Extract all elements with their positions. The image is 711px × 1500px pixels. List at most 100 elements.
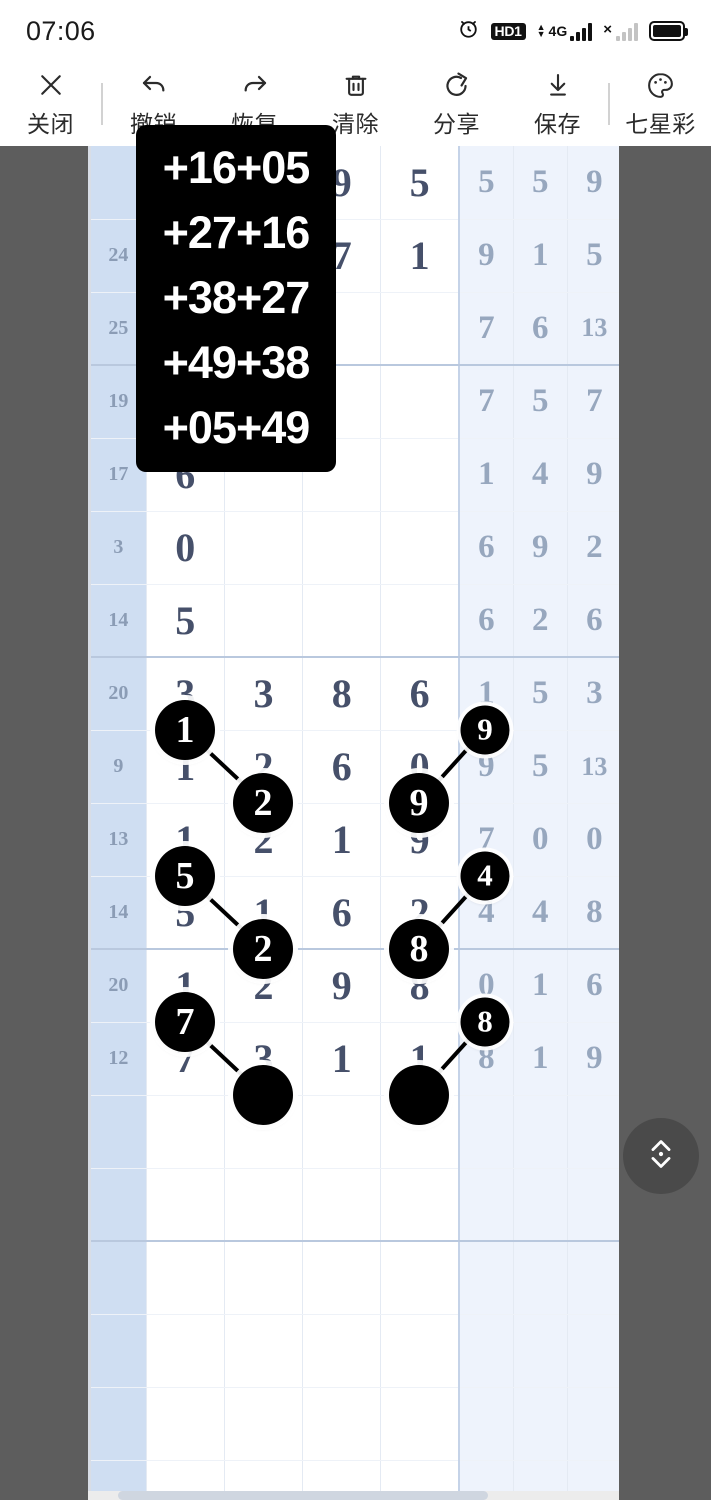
grid-cell-main[interactable]: 6 (302, 730, 382, 804)
horizontal-scrollbar[interactable] (88, 1491, 619, 1500)
grid-cell-sub[interactable] (513, 1314, 568, 1388)
grid-cell-main[interactable]: 6 (302, 876, 382, 950)
grid-cell-main[interactable]: 9 (302, 949, 382, 1023)
selected-number-marker[interactable]: 4 (460, 851, 510, 900)
grid-cell-main[interactable] (380, 365, 460, 439)
grid-cell-sub[interactable]: 9 (567, 1022, 619, 1096)
table-row[interactable] (91, 1241, 619, 1315)
grid-cell-sub[interactable]: 5 (513, 146, 568, 220)
grid-cell-main[interactable]: 8 (302, 657, 382, 731)
grid-cell-main[interactable] (146, 1387, 225, 1461)
grid-cell-main[interactable] (224, 1314, 304, 1388)
grid-cell-sub[interactable]: 4 (513, 876, 568, 950)
grid-cell-sub[interactable] (567, 1168, 619, 1242)
grid-cell-sub[interactable]: 1 (513, 219, 568, 293)
grid-cell-main[interactable] (146, 1095, 225, 1169)
table-row[interactable] (91, 1387, 619, 1461)
selected-number-marker[interactable]: 9 (460, 705, 510, 754)
grid-cell-sub[interactable]: 9 (567, 146, 619, 220)
grid-cell-main[interactable] (380, 1387, 460, 1461)
grid-cell-sub[interactable] (513, 1387, 568, 1461)
grid-cell-sub[interactable]: 2 (513, 584, 568, 658)
grid-cell-main[interactable] (224, 1168, 304, 1242)
grid-cell-sub[interactable]: 6 (458, 584, 514, 658)
grid-cell-sub[interactable] (513, 1241, 568, 1315)
grid-cell-main[interactable]: 5 (380, 146, 460, 220)
selected-number-marker[interactable] (389, 1064, 449, 1125)
grid-cell-main[interactable] (146, 1168, 225, 1242)
table-row[interactable] (91, 1168, 619, 1242)
grid-cell-main[interactable] (302, 1095, 382, 1169)
grid-cell-sub[interactable] (567, 1241, 619, 1315)
grid-cell-sub[interactable]: 9 (513, 511, 568, 585)
selected-number-marker[interactable]: 1 (155, 699, 215, 760)
grid-cell-sub[interactable]: 6 (567, 584, 619, 658)
grid-cell-sub[interactable]: 13 (567, 730, 619, 804)
grid-cell-main[interactable] (224, 1241, 304, 1315)
grid-cell-main[interactable] (224, 511, 304, 585)
grid-cell-main[interactable] (380, 1241, 460, 1315)
grid-cell-sub[interactable]: 9 (567, 438, 619, 512)
grid-cell-main[interactable]: 1 (302, 803, 382, 877)
grid-cell-sub[interactable]: 5 (458, 146, 514, 220)
selected-number-marker[interactable]: 7 (155, 991, 215, 1052)
grid-cell-main[interactable]: 5 (146, 584, 225, 658)
grid-cell-sub[interactable] (567, 1387, 619, 1461)
table-row[interactable] (91, 1314, 619, 1388)
grid-cell-main[interactable] (302, 1241, 382, 1315)
grid-cell-sub[interactable]: 7 (458, 292, 514, 366)
selected-number-marker[interactable]: 8 (460, 997, 510, 1046)
grid-cell-main[interactable] (302, 1387, 382, 1461)
delta-overlay-panel[interactable]: +16+05 +27+16 +38+27 +49+38 +05+49 (136, 125, 336, 472)
grid-cell-sub[interactable]: 5 (513, 657, 568, 731)
grid-cell-sub[interactable]: 7 (567, 365, 619, 439)
grid-cell-main[interactable] (302, 584, 382, 658)
grid-cell-sub[interactable]: 2 (567, 511, 619, 585)
grid-cell-sub[interactable]: 1 (458, 438, 514, 512)
grid-cell-main[interactable] (380, 438, 460, 512)
grid-cell-sub[interactable] (567, 1314, 619, 1388)
grid-cell-main[interactable]: 3 (224, 657, 304, 731)
table-row[interactable]: 14 5 6 2 6 (91, 584, 619, 658)
grid-cell-sub[interactable]: 6 (458, 511, 514, 585)
grid-cell-main[interactable]: 1 (302, 1022, 382, 1096)
selected-number-marker[interactable]: 9 (389, 772, 449, 833)
grid-cell-sub[interactable]: 4 (513, 438, 568, 512)
grid-cell-main[interactable] (146, 1314, 225, 1388)
grid-cell-sub[interactable] (458, 1095, 514, 1169)
grid-cell-main[interactable] (302, 1314, 382, 1388)
grid-cell-sub[interactable]: 5 (567, 219, 619, 293)
grid-cell-sub[interactable]: 1 (513, 949, 568, 1023)
selected-number-marker[interactable]: 8 (389, 918, 449, 979)
share-button[interactable]: 分享 (406, 62, 507, 146)
grid-cell-sub[interactable] (567, 1095, 619, 1169)
grid-cell-main[interactable] (302, 1168, 382, 1242)
grid-cell-sub[interactable] (458, 1168, 514, 1242)
grid-cell-sub[interactable]: 0 (567, 803, 619, 877)
grid-cell-sub[interactable]: 9 (458, 219, 514, 293)
grid-cell-main[interactable] (380, 1314, 460, 1388)
grid-cell-sub[interactable] (458, 1241, 514, 1315)
grid-cell-sub[interactable] (458, 1314, 514, 1388)
grid-cell-main[interactable]: 6 (380, 657, 460, 731)
grid-cell-main[interactable] (224, 584, 304, 658)
grid-cell-main[interactable] (380, 584, 460, 658)
grid-cell-main[interactable] (224, 1387, 304, 1461)
close-button[interactable]: 关闭 (0, 62, 101, 146)
selected-number-marker[interactable]: 2 (233, 772, 293, 833)
grid-cell-main[interactable] (380, 292, 460, 366)
lottery-type-button[interactable]: 七星彩 (610, 62, 711, 146)
grid-cell-main[interactable] (302, 511, 382, 585)
grid-cell-sub[interactable] (513, 1095, 568, 1169)
grid-cell-sub[interactable]: 6 (567, 949, 619, 1023)
grid-cell-sub[interactable] (458, 1387, 514, 1461)
scrollbar-thumb[interactable] (118, 1491, 488, 1500)
selected-number-marker[interactable] (233, 1064, 293, 1125)
selected-number-marker[interactable]: 5 (155, 845, 215, 906)
grid-cell-sub[interactable]: 3 (567, 657, 619, 731)
grid-cell-main[interactable]: 1 (380, 219, 460, 293)
grid-cell-sub[interactable] (513, 1168, 568, 1242)
scroll-jump-button[interactable] (623, 1118, 699, 1194)
table-row[interactable]: 30 692 (91, 511, 619, 585)
selected-number-marker[interactable]: 2 (233, 918, 293, 979)
